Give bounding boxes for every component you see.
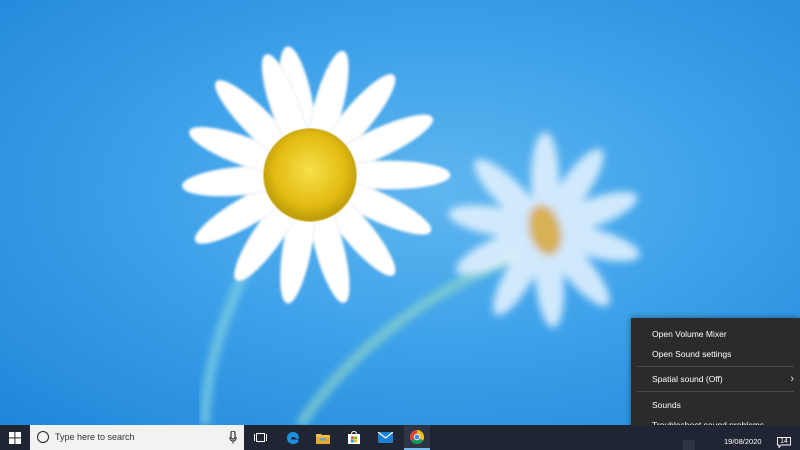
notification-center-button[interactable]: 14 — [777, 437, 791, 448]
chevron-right-icon: › — [790, 373, 794, 385]
menu-item-sounds[interactable]: Sounds — [631, 396, 800, 414]
menu-item-label: Spatial sound (Off) — [652, 374, 723, 384]
windows-logo-icon — [9, 431, 21, 444]
notification-count: 14 — [780, 438, 788, 445]
menu-separator — [637, 391, 794, 392]
menu-separator — [637, 366, 794, 367]
tray-overflow-button[interactable] — [683, 440, 695, 450]
search-box[interactable]: Type here to search — [30, 425, 244, 450]
menu-item-spatial-sound[interactable]: Spatial sound (Off) › — [631, 370, 800, 388]
task-view-button[interactable] — [249, 428, 271, 447]
menu-item-label: Open Sound settings — [652, 349, 732, 359]
edge-button[interactable] — [282, 428, 304, 447]
chrome-button[interactable] — [404, 425, 430, 450]
menu-item-label: Sounds — [652, 400, 681, 410]
menu-item-label: Open Volume Mixer — [652, 329, 727, 339]
cortana-icon — [37, 431, 49, 443]
mail-icon — [377, 432, 393, 443]
start-button[interactable] — [0, 425, 30, 450]
chrome-icon — [410, 430, 424, 444]
mail-button[interactable] — [374, 428, 396, 447]
task-view-icon — [253, 433, 267, 442]
clock-date[interactable]: 19/08/2020 — [724, 437, 762, 447]
menu-item-open-volume-mixer[interactable]: Open Volume Mixer — [631, 325, 800, 343]
search-placeholder: Type here to search — [55, 432, 135, 442]
store-icon — [348, 431, 360, 444]
menu-item-open-sound-settings[interactable]: Open Sound settings — [631, 345, 800, 363]
store-button[interactable] — [343, 428, 365, 447]
sound-context-menu: Open Volume Mixer Open Sound settings Sp… — [631, 318, 800, 440]
edge-icon — [287, 431, 299, 444]
taskbar: Type here to search — [0, 425, 800, 450]
file-explorer-button[interactable] — [312, 428, 334, 447]
microphone-icon[interactable] — [229, 431, 237, 444]
file-explorer-icon — [316, 433, 330, 444]
